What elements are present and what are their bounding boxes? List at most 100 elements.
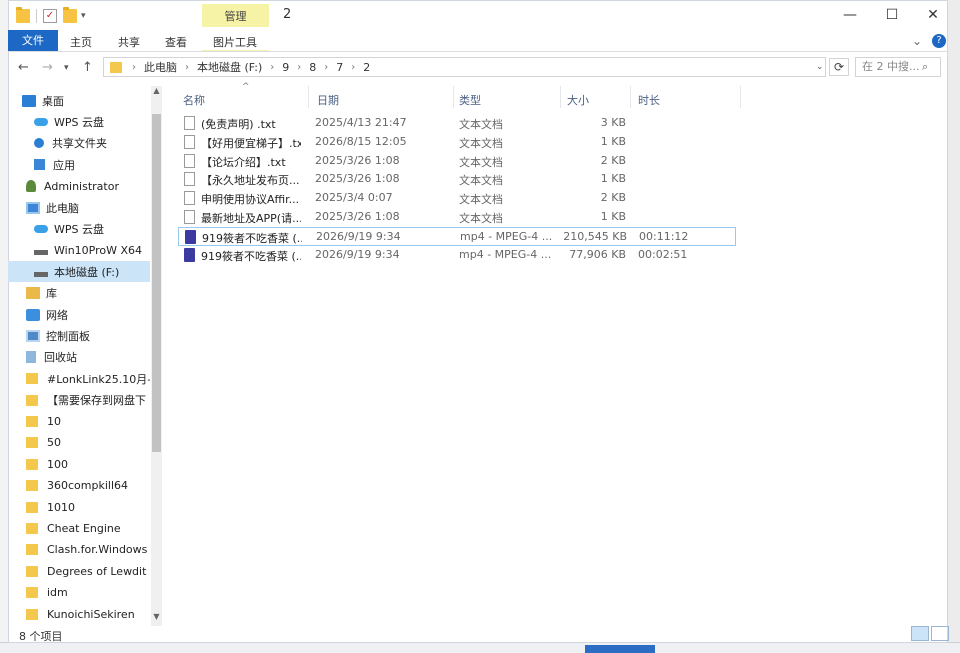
nav-item[interactable]: 本地磁盘 (F:): [8, 261, 150, 283]
nav-item[interactable]: Cheat Engine: [8, 518, 150, 539]
address-bar[interactable]: › 此电脑 › 本地磁盘 (F:) › 9 › 8 › 7 › 2: [103, 57, 826, 77]
tab-picture-tools[interactable]: 图片工具: [213, 34, 257, 50]
customize-chevron-icon[interactable]: ▾: [81, 11, 86, 21]
file-row[interactable]: 【永久地址发布页... 2025/3/26 1:08 文本文档 1 KB: [178, 170, 736, 189]
tab-view[interactable]: 查看: [165, 34, 187, 50]
file-type: 文本文档: [459, 212, 503, 225]
file-name: 【永久地址发布页...: [201, 174, 300, 188]
nav-item[interactable]: 1010: [8, 497, 150, 518]
nav-item[interactable]: 360compkill64: [8, 475, 150, 496]
nav-item[interactable]: 100: [8, 454, 150, 475]
new-folder-icon[interactable]: [63, 7, 77, 23]
nav-item[interactable]: Degrees of Lewdit: [8, 561, 150, 582]
search-icon[interactable]: ⌕: [922, 60, 928, 74]
nav-item[interactable]: Administrator: [8, 176, 150, 197]
column-divider[interactable]: [560, 86, 561, 108]
help-icon[interactable]: ?: [932, 34, 946, 48]
file-size: 3 KB: [600, 116, 626, 129]
forward-arrow-icon[interactable]: →: [42, 60, 53, 75]
refresh-button[interactable]: ⟳: [829, 58, 849, 76]
nav-scrollbar-thumb[interactable]: [152, 114, 161, 452]
nav-item[interactable]: 10: [8, 411, 150, 432]
back-arrow-icon[interactable]: ←: [18, 60, 29, 75]
nav-item[interactable]: 此电脑: [8, 197, 150, 218]
cloud-icon: [34, 224, 48, 233]
large-icons-view-button[interactable]: [931, 626, 949, 641]
file-row[interactable]: 【论坛介绍】.txt 2025/3/26 1:08 文本文档 2 KB: [178, 152, 736, 171]
tab-home[interactable]: 主页: [70, 34, 92, 50]
nav-item[interactable]: 桌面: [8, 90, 150, 111]
minimize-button[interactable]: —: [827, 4, 873, 26]
ribbon-divider: [8, 51, 948, 52]
column-name[interactable]: 名称: [183, 92, 205, 108]
nav-item[interactable]: 库: [8, 283, 150, 304]
file-row[interactable]: (免责声明) .txt 2025/4/13 21:47 文本文档 3 KB: [178, 114, 736, 133]
scroll-up-icon[interactable]: ▲: [151, 86, 162, 95]
nav-item-label: Win10ProW X64: [54, 243, 143, 257]
nav-item[interactable]: 共享文件夹: [8, 133, 150, 154]
column-divider[interactable]: [740, 86, 741, 108]
maximize-button[interactable]: ☐: [869, 4, 915, 26]
file-type: mp4 - MPEG-4 ...: [459, 247, 552, 261]
nav-item[interactable]: 网络: [8, 304, 150, 325]
nav-item[interactable]: 50: [8, 432, 150, 453]
nav-item[interactable]: 应用: [8, 154, 150, 175]
folder-icon[interactable]: [16, 7, 30, 23]
file-row[interactable]: 919筱者不吃香菜 (... 2026/9/19 9:34 mp4 - MPEG-4…: [178, 226, 736, 246]
recent-chevron-icon[interactable]: ▾: [64, 63, 69, 73]
tab-file[interactable]: 文件: [8, 30, 58, 51]
breadcrumb-2[interactable]: 2: [363, 61, 370, 74]
tab-share[interactable]: 共享: [118, 34, 140, 50]
taskbar-active-item[interactable]: [585, 645, 655, 653]
file-row[interactable]: 【好用便宜梯子】.txt 2026/8/15 12:05 文本文档 1 KB: [178, 133, 736, 152]
nav-item-label: WPS 云盘: [54, 115, 104, 129]
text-file-icon: [184, 153, 195, 168]
breadcrumb-this-pc[interactable]: 此电脑: [144, 59, 177, 75]
breadcrumb-9[interactable]: 9: [282, 61, 289, 74]
file-row[interactable]: 申明使用协议Affir... 2025/3/4 0:07 文本文档 2 KB: [178, 189, 736, 208]
column-duration[interactable]: 时长: [638, 92, 660, 108]
nav-item[interactable]: 控制面板: [8, 325, 150, 346]
file-name: 919筱者不吃香菜 (...: [201, 249, 301, 263]
details-view-button[interactable]: [911, 626, 929, 641]
column-divider[interactable]: [453, 86, 454, 108]
column-type[interactable]: 类型: [459, 92, 481, 108]
nav-item[interactable]: KunoichiSekiren: [8, 604, 150, 625]
folder-icon: [26, 416, 38, 427]
column-size[interactable]: 大小: [567, 92, 589, 108]
file-size: 210,545 KB: [563, 229, 627, 243]
address-dropdown-icon[interactable]: ⌄: [816, 62, 824, 72]
close-button[interactable]: ✕: [910, 4, 956, 26]
nav-item[interactable]: #LonkLink25.10月-: [8, 368, 150, 389]
nav-item-label: 【需要保存到网盘下: [47, 394, 146, 408]
file-date: 2025/3/26 1:08: [315, 172, 400, 186]
breadcrumb-8[interactable]: 8: [309, 61, 316, 74]
up-arrow-icon[interactable]: ↑: [82, 60, 93, 75]
nav-item[interactable]: Win10ProW X64: [8, 240, 150, 261]
nav-item[interactable]: WPS 云盘: [8, 218, 150, 239]
column-date[interactable]: 日期: [317, 92, 339, 108]
file-row[interactable]: 919筱者不吃香菜 (... 2026/9/19 9:34 mp4 - MPEG-4…: [178, 246, 736, 265]
nav-item[interactable]: WPS 云盘: [8, 111, 150, 132]
file-date: 2025/3/4 0:07: [315, 191, 393, 205]
nav-item[interactable]: 【需要保存到网盘下: [8, 390, 150, 411]
nav-item[interactable]: Clash.for.Windows: [8, 539, 150, 560]
scroll-down-icon[interactable]: ▼: [151, 612, 162, 621]
nav-item-label: Cheat Engine: [47, 522, 121, 535]
breadcrumb-drive-f[interactable]: 本地磁盘 (F:): [197, 59, 262, 75]
breadcrumb-7[interactable]: 7: [336, 61, 343, 74]
file-row[interactable]: 最新地址及APP(请... 2025/3/26 1:08 文本文档 1 KB: [178, 208, 736, 227]
properties-icon[interactable]: ✓: [43, 9, 57, 23]
column-divider[interactable]: [630, 86, 631, 108]
folder-icon: [26, 373, 38, 385]
file-date: 2025/4/13 21:47: [315, 116, 407, 129]
column-divider[interactable]: [308, 86, 309, 108]
control-panel-icon: [26, 329, 40, 342]
file-size: 1 KB: [600, 134, 626, 148]
drive-icon: [34, 271, 48, 277]
chevron-down-icon[interactable]: ⌄: [912, 34, 922, 48]
context-tab-label[interactable]: 管理: [202, 8, 269, 24]
nav-item[interactable]: idm: [8, 582, 150, 603]
apps-icon: [34, 159, 45, 171]
nav-item[interactable]: 回收站: [8, 347, 150, 368]
